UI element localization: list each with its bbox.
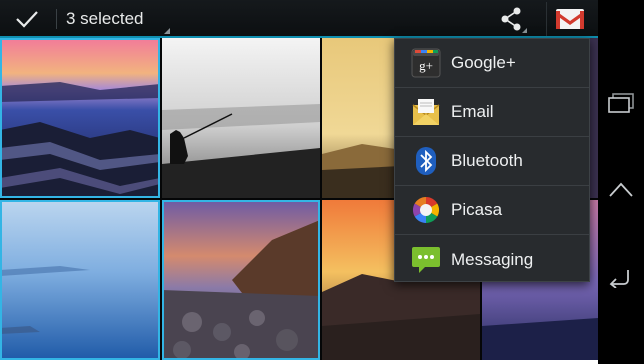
home-button[interactable] [598,166,644,212]
back-button[interactable] [598,254,644,300]
share-menu-item-messaging[interactable]: Messaging [395,235,589,284]
gmail-share-button[interactable] [546,2,592,36]
navigation-bar [598,0,644,364]
share-menu-item-bluetooth[interactable]: Bluetooth [395,137,589,186]
share-menu-item-picasa[interactable]: Picasa [395,186,589,235]
share-menu-label: Messaging [451,249,534,269]
action-bar-divider [56,9,57,29]
messaging-icon [410,244,442,276]
share-menu-popup: g+ Google+ Email Bluetooth Picasa Messag… [394,38,590,282]
photo-thumb-sunset-rocky-shore[interactable] [0,38,160,198]
checkmark-icon [16,11,38,28]
contextual-action-bar: 3 selected [0,0,598,38]
photo-thumb-blue-calm-sea[interactable] [0,200,160,360]
bluetooth-icon [410,145,442,177]
share-icon [501,7,521,31]
share-menu-label: Email [451,102,494,121]
photo-thumb-fisherman-silhouette[interactable] [162,38,320,198]
share-menu-label: Picasa [451,200,503,219]
svg-text:g+: g+ [419,58,433,73]
back-icon [609,270,629,288]
gmail-icon [555,9,584,29]
share-dropdown-indicator [522,28,527,33]
dropdown-corner-indicator [164,28,170,34]
google-plus-icon: g+ [410,47,442,79]
photo-thumb-rocky-coast-cliff[interactable] [162,200,320,360]
email-icon [410,96,442,128]
share-menu-label: Google+ [451,53,516,72]
recent-apps-icon [608,93,634,113]
share-menu-label: Bluetooth [451,151,523,170]
device-frame: 3 selected g+ Google+ Email Bluetooth Pi… [0,0,644,364]
gallery-screen: 3 selected g+ Google+ Email Bluetooth Pi… [0,0,598,360]
share-menu-item-googleplus[interactable]: g+ Google+ [395,39,589,88]
selection-count-dropdown[interactable]: 3 selected [66,0,158,38]
share-menu-item-email[interactable]: Email [395,88,589,137]
picasa-icon [410,194,442,226]
done-button[interactable] [6,2,48,36]
home-icon [609,182,633,197]
recent-apps-button[interactable] [598,80,644,126]
